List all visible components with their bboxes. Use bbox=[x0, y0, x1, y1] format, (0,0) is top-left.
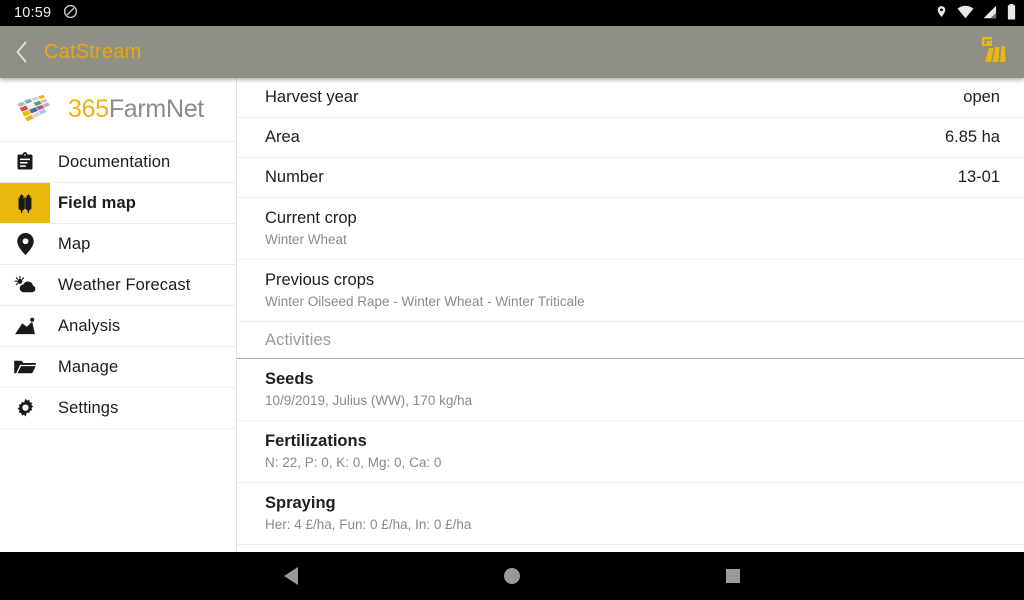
sidebar-item-label: Field map bbox=[58, 193, 136, 212]
sidebar: 365FarmNet Documentation Field map Map W… bbox=[0, 78, 237, 552]
square-recents-icon bbox=[726, 569, 741, 583]
body-wrapper: 365FarmNet Documentation Field map Map W… bbox=[0, 78, 1024, 552]
detail-row-harvest-year[interactable]: Harvest year open bbox=[237, 78, 1024, 118]
detail-row-title: Current crop bbox=[265, 209, 357, 227]
sidebar-item-weather-forecast[interactable]: Weather Forecast bbox=[0, 265, 236, 306]
android-navigation-bar bbox=[0, 552, 1024, 600]
status-bar: 10:59 bbox=[0, 0, 1024, 26]
sidebar-item-manage[interactable]: Manage bbox=[0, 347, 236, 388]
sidebar-item-label: Analysis bbox=[58, 316, 121, 335]
status-bar-left-icons bbox=[63, 4, 78, 22]
activity-row-fertilizations[interactable]: Fertilizations N: 22, P: 0, K: 0, Mg: 0,… bbox=[237, 421, 1024, 483]
sidebar-filler bbox=[0, 429, 236, 552]
field-map-action-button[interactable] bbox=[970, 32, 1010, 72]
detail-row-label: Harvest year bbox=[265, 88, 359, 106]
365farmnet-logo-icon bbox=[14, 93, 64, 127]
sidebar-item-label: Weather Forecast bbox=[58, 275, 191, 294]
detail-row-subtitle: Winter Wheat bbox=[265, 232, 347, 247]
activity-row-subtitle: 10/9/2019, Julius (WW), 170 kg/ha bbox=[265, 393, 473, 408]
activity-row-subtitle: N: 22, P: 0, K: 0, Mg: 0, Ca: 0 bbox=[265, 455, 442, 470]
detail-row-value: open bbox=[963, 88, 1000, 106]
wifi-icon bbox=[957, 5, 974, 22]
detail-row-area[interactable]: Area 6.85 ha bbox=[237, 118, 1024, 158]
app-bar-title: CatStream bbox=[44, 40, 142, 63]
sidebar-item-field-map[interactable]: Field map bbox=[0, 183, 236, 224]
nav-recents-button[interactable] bbox=[709, 552, 757, 600]
weather-icon bbox=[0, 265, 50, 305]
activity-row-spraying[interactable]: Spraying Her: 4 £/ha, Fun: 0 £/ha, In: 0… bbox=[237, 483, 1024, 545]
sidebar-item-analysis[interactable]: Analysis bbox=[0, 306, 236, 347]
signal-icon bbox=[983, 5, 998, 22]
nav-back-button[interactable] bbox=[267, 552, 315, 600]
wheat-icon bbox=[0, 183, 50, 223]
location-icon bbox=[935, 4, 948, 22]
app-root: 10:59 CatStream 365FarmNet Documentation… bbox=[0, 0, 1024, 600]
detail-row-value: 13-01 bbox=[957, 168, 1000, 186]
section-header-label: Activities bbox=[265, 331, 332, 349]
chevron-left-icon bbox=[15, 41, 28, 63]
map-pin-icon bbox=[0, 224, 50, 264]
gear-icon bbox=[0, 388, 50, 428]
detail-row-previous-crops[interactable]: Previous crops Winter Oilseed Rape - Win… bbox=[237, 260, 1024, 322]
battery-icon bbox=[1007, 3, 1016, 23]
detail-row-current-crop[interactable]: Current crop Winter Wheat bbox=[237, 198, 1024, 260]
field-map-icon bbox=[973, 35, 1007, 70]
brand-header: 365FarmNet bbox=[0, 78, 236, 142]
sidebar-item-documentation[interactable]: Documentation bbox=[0, 142, 236, 183]
status-bar-right-icons bbox=[935, 3, 1016, 23]
triangle-back-icon bbox=[283, 567, 298, 585]
activity-row-subtitle: Her: 4 £/ha, Fun: 0 £/ha, In: 0 £/ha bbox=[265, 517, 472, 532]
detail-row-label: Area bbox=[265, 128, 300, 146]
brand-name-365: 365 bbox=[68, 95, 109, 123]
sidebar-item-label: Documentation bbox=[58, 152, 171, 171]
circle-home-icon bbox=[503, 568, 520, 584]
activity-row-title: Seeds bbox=[265, 370, 314, 388]
folder-icon bbox=[0, 347, 50, 387]
detail-row-label: Number bbox=[265, 168, 324, 186]
status-bar-clock: 10:59 bbox=[14, 5, 52, 21]
back-button[interactable] bbox=[6, 32, 36, 72]
brand-name-farmnet: FarmNet bbox=[108, 95, 204, 123]
detail-row-value: 6.85 ha bbox=[944, 128, 1000, 146]
sidebar-item-label: Map bbox=[58, 234, 91, 253]
activity-row-title: Fertilizations bbox=[265, 432, 367, 450]
dnd-icon bbox=[63, 4, 78, 22]
activity-row-title: Spraying bbox=[265, 494, 336, 512]
sidebar-item-settings[interactable]: Settings bbox=[0, 388, 236, 429]
detail-row-number[interactable]: Number 13-01 bbox=[237, 158, 1024, 198]
sidebar-item-label: Settings bbox=[58, 398, 119, 417]
nav-home-button[interactable] bbox=[488, 552, 536, 600]
sidebar-item-map[interactable]: Map bbox=[0, 224, 236, 265]
sidebar-item-label: Manage bbox=[58, 357, 119, 376]
chart-icon bbox=[0, 306, 50, 346]
detail-row-title: Previous crops bbox=[265, 271, 375, 289]
activity-row-seeds[interactable]: Seeds 10/9/2019, Julius (WW), 170 kg/ha bbox=[237, 359, 1024, 421]
activities-section-header: Activities bbox=[237, 322, 1024, 359]
brand-name: 365FarmNet bbox=[68, 95, 204, 124]
clipboard-icon bbox=[0, 142, 50, 182]
detail-row-subtitle: Winter Oilseed Rape - Winter Wheat - Win… bbox=[265, 294, 585, 309]
field-detail-list[interactable]: Harvest year open Area 6.85 ha Number 13… bbox=[237, 78, 1024, 552]
app-bar: CatStream bbox=[0, 26, 1024, 78]
